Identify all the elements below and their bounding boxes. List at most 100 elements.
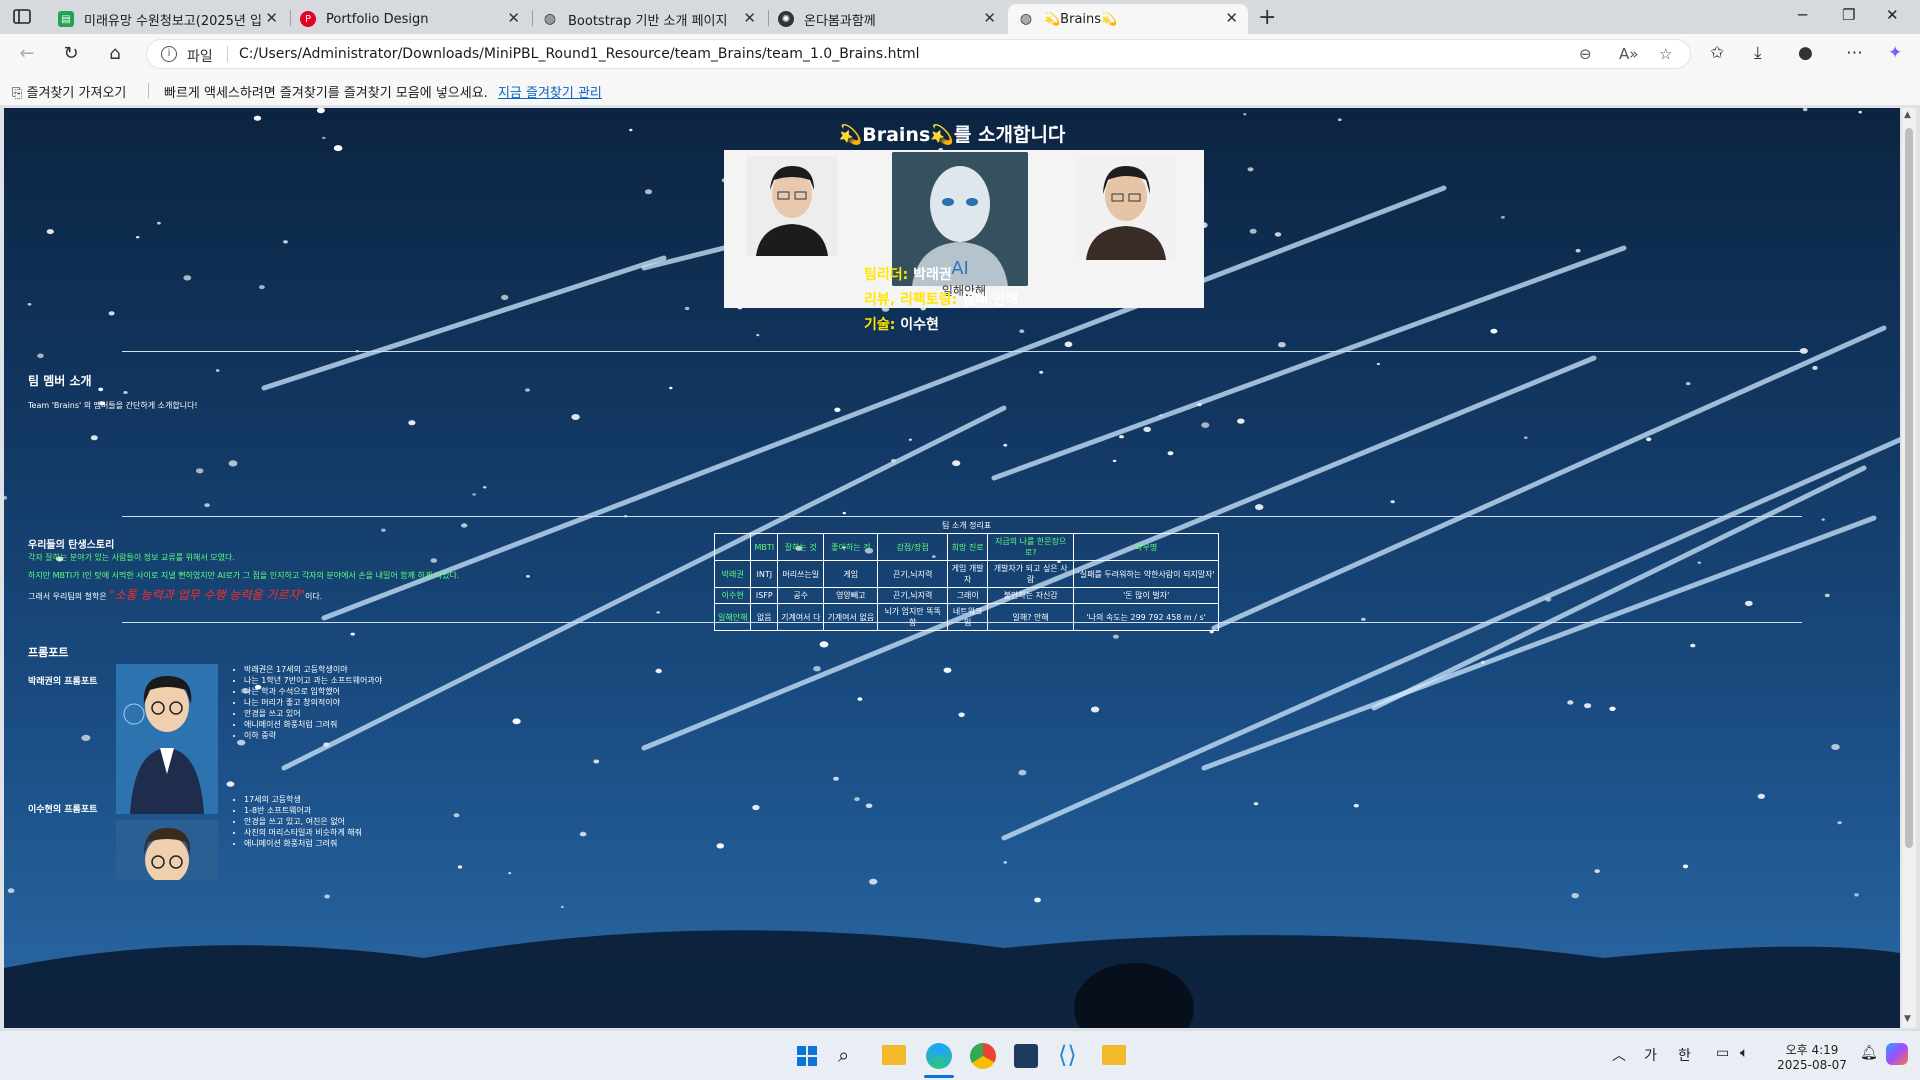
role-review: 리뷰, 리팩토링: 일해 안해 — [864, 292, 1019, 308]
tab-1[interactable]: P Portfolio Design ✕ — [290, 4, 530, 34]
star — [1064, 341, 1073, 348]
notification-icon[interactable]: 🔔︎ — [1860, 1045, 1878, 1061]
list-item: 사진의 머리스타일과 비슷하게 해줘 — [244, 827, 362, 838]
folder-icon[interactable] — [1102, 1045, 1126, 1065]
hill-silhouette — [4, 930, 1900, 1028]
star — [1119, 435, 1124, 439]
table-header-row: MBTI 잘하는 것 좋아하는 것 강점/장점 희망 진로 지금의 나를 한문장… — [713, 533, 1220, 561]
chrome-icon[interactable] — [970, 1043, 996, 1069]
close-icon[interactable]: ✕ — [265, 9, 278, 27]
clock[interactable]: 오후 4:19 2025-08-07 — [1772, 1041, 1852, 1072]
tray-chevron-icon[interactable]: ︿ — [1612, 1045, 1626, 1065]
tab-4-active[interactable]: ◍ 💫Brains💫 ✕ — [1008, 4, 1248, 34]
address-field[interactable]: i 파일 C:/Users/Administrator/Downloads/Mi… — [146, 39, 1691, 69]
scroll-thumb[interactable] — [1905, 128, 1913, 848]
members-desc: Team 'Brains' 의 멤버들을 간단하게 소개합니다! — [28, 401, 198, 410]
star — [579, 831, 587, 837]
star — [1575, 248, 1581, 253]
table-cell: '나의 속도는 299 792 458 m / s' — [1073, 603, 1220, 631]
page-scrollbar[interactable]: ▲ ▼ — [1902, 108, 1916, 1028]
star — [501, 294, 509, 300]
import-favorites[interactable]: ⎘ 즐겨찾기 가져오기 — [12, 82, 126, 101]
back-icon[interactable]: ← — [16, 43, 38, 65]
table-cell: 일해? 안해 — [987, 603, 1075, 631]
star — [1249, 228, 1257, 234]
star — [854, 797, 860, 802]
divider — [122, 516, 1802, 517]
refresh-icon[interactable]: ↻ — [60, 43, 82, 65]
table-cell: 뇌가 엄지만 똑똑함 — [877, 603, 949, 631]
network-icon[interactable]: ▭ — [1716, 1045, 1729, 1061]
file-explorer-icon[interactable] — [882, 1045, 906, 1065]
star — [1247, 167, 1254, 172]
star — [869, 878, 878, 885]
search-icon[interactable]: ⌕ — [838, 1043, 849, 1067]
star — [1584, 703, 1592, 709]
star — [4, 495, 8, 500]
table-cell: 기계여서 다 — [777, 603, 825, 631]
restore-icon[interactable]: ❐ — [1842, 6, 1855, 24]
star — [1757, 793, 1766, 799]
volume-icon[interactable]: 🔈︎ — [1740, 1045, 1748, 1061]
tab-0[interactable]: ▤ 미래유망 수원청보고(2025년 입 ✕ — [48, 4, 288, 34]
close-icon[interactable]: ✕ — [1225, 9, 1238, 27]
manage-favorites-link[interactable]: 지금 즐겨찾기 관리 — [498, 86, 602, 101]
home-icon[interactable]: ⌂ — [104, 43, 126, 65]
favorite-star-icon[interactable]: ☆ — [1659, 45, 1672, 63]
scroll-up-icon[interactable]: ▲ — [1904, 110, 1911, 120]
ime-lang[interactable]: 한 — [1678, 1045, 1691, 1065]
close-icon[interactable]: ✕ — [507, 9, 520, 27]
star — [1034, 897, 1041, 903]
star — [655, 668, 662, 674]
star — [958, 712, 965, 718]
table-cell: 공수 — [777, 587, 825, 604]
more-menu-icon[interactable]: ⋯ — [1846, 43, 1863, 63]
star — [453, 813, 460, 818]
edge-browser-icon[interactable] — [926, 1043, 952, 1069]
star — [1567, 700, 1574, 705]
table-header: 희망 진로 — [947, 533, 989, 561]
divider — [122, 622, 1802, 623]
vscode-icon[interactable]: ⟨⟩ — [1058, 1041, 1077, 1069]
workspaces-icon[interactable] — [12, 7, 34, 27]
url-text[interactable]: C:/Users/Administrator/Downloads/MiniPBL… — [239, 46, 920, 62]
tab-3[interactable]: ✺ 온다봄과함께 ✕ — [768, 4, 1006, 34]
tab-title: Portfolio Design — [326, 11, 429, 27]
terminal-app-icon[interactable] — [1014, 1044, 1038, 1068]
star — [226, 781, 235, 787]
read-aloud-icon[interactable]: A» — [1619, 45, 1638, 63]
svg-text:AI: AI — [951, 258, 969, 279]
divider — [122, 351, 1802, 352]
star — [1253, 802, 1259, 806]
ime-mode[interactable]: 가 — [1644, 1045, 1657, 1065]
minimize-icon[interactable]: ─ — [1798, 6, 1807, 24]
star — [656, 611, 660, 614]
star — [1802, 108, 1808, 112]
star — [1837, 821, 1842, 825]
profile-avatar-icon[interactable]: ● — [1798, 43, 1813, 63]
star — [228, 460, 238, 467]
zoom-icon[interactable]: ⊖ — [1579, 45, 1592, 63]
copilot-icon[interactable]: ✦ — [1888, 43, 1902, 63]
tab-title: 미래유망 수원청보고(2025년 입 — [84, 13, 262, 29]
copilot-taskbar-icon[interactable] — [1886, 1043, 1908, 1065]
tab-2[interactable]: ◍ Bootstrap 기반 소개 페이지 ✕ — [532, 4, 766, 34]
table-cell: 박래권 — [713, 560, 752, 588]
star — [526, 575, 530, 578]
table-cell: 끈기,뇌지력 — [877, 587, 949, 604]
star — [752, 804, 760, 811]
info-icon[interactable]: i — [161, 46, 177, 62]
star — [1243, 113, 1247, 116]
address-bar-row: ← ↻ ⌂ i 파일 C:/Users/Administrator/Downlo… — [0, 34, 1920, 74]
download-icon[interactable]: ⤓ — [1754, 43, 1762, 63]
start-windows-icon[interactable] — [796, 1045, 818, 1067]
new-tab-button[interactable]: + — [1258, 5, 1276, 30]
favorites-icon[interactable]: ✩ — [1710, 43, 1724, 63]
scroll-down-icon[interactable]: ▼ — [1904, 1014, 1911, 1024]
close-window-icon[interactable]: ✕ — [1886, 6, 1899, 24]
meteor-streak — [1211, 325, 1887, 631]
star — [1090, 706, 1100, 713]
close-icon[interactable]: ✕ — [743, 9, 756, 27]
close-icon[interactable]: ✕ — [983, 9, 996, 27]
member-photo-1 — [746, 156, 838, 256]
